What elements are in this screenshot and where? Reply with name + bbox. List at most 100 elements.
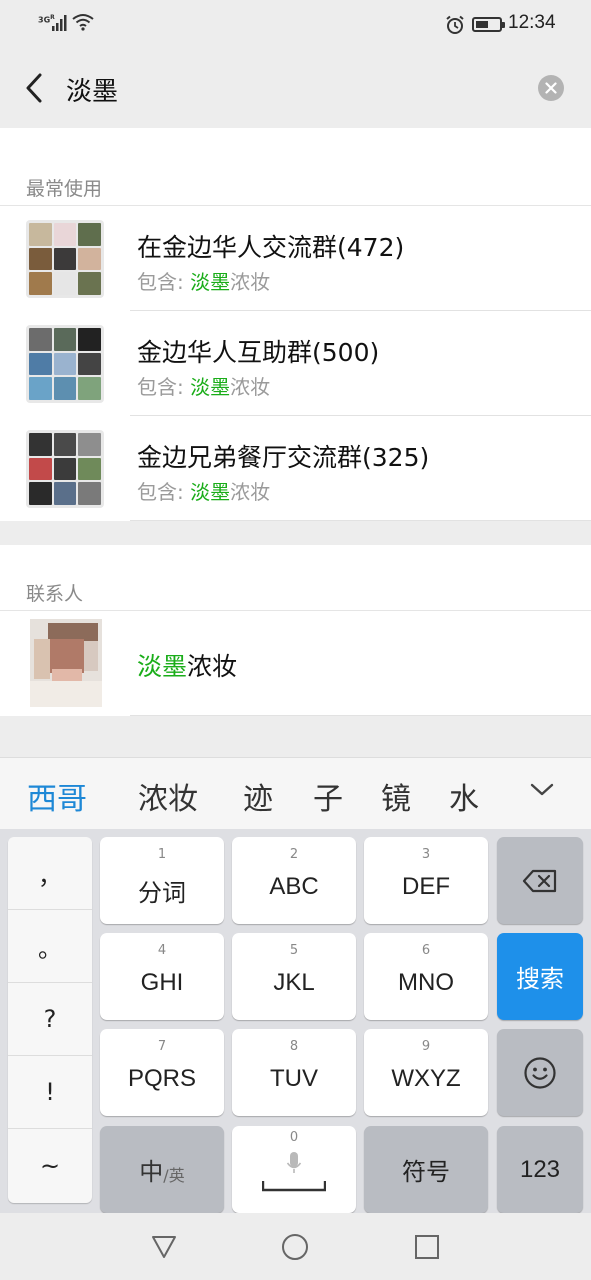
candidate-word[interactable]: 迹 — [243, 774, 273, 818]
frequent-section: 最常使用 在金边华人交流群(472) 包含: 淡墨浓妆 金边华人互助群(500)… — [0, 128, 591, 521]
key-7[interactable]: 7 PQRS — [100, 1029, 224, 1116]
numbers-key[interactable]: 123 — [497, 1126, 583, 1213]
group-match-info: 包含: 淡墨浓妆 — [137, 480, 271, 504]
backspace-key[interactable] — [497, 837, 583, 924]
recents-square-icon — [415, 1235, 439, 1259]
battery-icon — [472, 17, 505, 32]
avatar-tile — [78, 457, 101, 481]
avatar-tile — [29, 433, 52, 456]
section-title-frequent: 最常使用 — [0, 128, 591, 206]
group-row[interactable]: 金边兄弟餐厅交流群(325) 包含: 淡墨浓妆 — [0, 416, 591, 521]
avatar-tile — [53, 433, 77, 456]
candidate-word[interactable]: 子 — [313, 774, 343, 818]
candidate-word[interactable]: 浓妆 — [138, 774, 198, 818]
key-number: 3 — [421, 847, 431, 862]
contact-row[interactable]: 淡墨浓妆 — [0, 611, 591, 716]
home-circle-icon — [282, 1234, 308, 1260]
avatar-tile — [78, 482, 101, 505]
group-match-info: 包含: 淡墨浓妆 — [137, 375, 271, 399]
group-name: 金边兄弟餐厅交流群(325) — [137, 443, 430, 472]
back-arrow-icon — [26, 73, 42, 103]
back-button[interactable] — [14, 68, 54, 108]
chevron-down-icon[interactable] — [528, 782, 556, 798]
ime-keyboard: ， 。 ? ! ~ 1 分词 2 ABC 3 DEF 4 GHI 5 JKL 6… — [0, 829, 591, 1213]
avatar-tile — [29, 482, 52, 505]
emoji-key[interactable] — [497, 1029, 583, 1116]
avatar-tile — [29, 223, 52, 246]
lang-main-label: 中 — [139, 1158, 164, 1186]
key-label: DEF — [402, 873, 450, 900]
symbols-key[interactable]: 符号 — [364, 1126, 488, 1213]
avatar-tile — [78, 272, 101, 295]
clear-icon — [545, 82, 557, 94]
key-1[interactable]: 1 分词 — [100, 837, 224, 924]
symbol-key[interactable]: 。 — [8, 910, 92, 983]
search-key[interactable]: 搜索 — [497, 933, 583, 1020]
clear-button[interactable] — [538, 75, 564, 101]
row-divider — [130, 715, 591, 716]
symbol-column: ， 。 ? ! ~ — [8, 837, 92, 1203]
status-time: 12:34 — [508, 12, 556, 33]
contact-name: 淡墨浓妆 — [137, 652, 238, 681]
search-header — [0, 50, 591, 128]
search-key-label: 搜索 — [516, 965, 564, 993]
backspace-icon — [522, 869, 557, 892]
wifi-icon — [72, 14, 94, 31]
contacts-section: 联系人 淡墨浓妆 — [0, 545, 591, 716]
symbol-key[interactable]: ， — [8, 837, 92, 910]
group-name: 金边华人互助群(500) — [137, 338, 380, 367]
key-number: 6 — [421, 943, 431, 958]
avatar-tile — [53, 272, 77, 295]
candidate-word[interactable]: 西哥 — [27, 774, 87, 818]
key-number: 8 — [289, 1039, 299, 1054]
back-triangle-icon — [152, 1236, 176, 1258]
search-input[interactable] — [66, 70, 516, 108]
avatar-tile — [53, 352, 77, 376]
key-2[interactable]: 2 ABC — [232, 837, 356, 924]
candidate-word[interactable]: 水 — [449, 774, 479, 818]
language-switch-key[interactable]: 中/英 — [100, 1126, 224, 1213]
avatar-tile — [29, 377, 52, 400]
candidate-word[interactable]: 镜 — [381, 774, 411, 818]
group-match-info: 包含: 淡墨浓妆 — [137, 270, 271, 294]
key-label: ABC — [269, 873, 319, 900]
nav-back-button[interactable] — [148, 1231, 180, 1263]
nav-recents-button[interactable] — [411, 1231, 443, 1263]
avatar-tile — [78, 377, 101, 400]
section-title-contacts: 联系人 — [0, 545, 591, 611]
key-label: JKL — [273, 969, 315, 996]
avatar-tile — [29, 328, 52, 351]
symbols-key-label: 符号 — [402, 1158, 450, 1186]
alarm-icon — [446, 15, 464, 34]
key-4[interactable]: 4 GHI — [100, 933, 224, 1020]
group-row[interactable]: 金边华人互助群(500) 包含: 淡墨浓妆 — [0, 311, 591, 416]
key-number: 7 — [157, 1039, 167, 1054]
symbol-key[interactable]: ? — [8, 983, 92, 1056]
key-label: WXYZ — [391, 1065, 461, 1092]
key-6[interactable]: 6 MNO — [364, 933, 488, 1020]
avatar-tile — [78, 247, 101, 271]
key-8[interactable]: 8 TUV — [232, 1029, 356, 1116]
group-avatar — [26, 220, 104, 298]
avatar — [30, 619, 102, 707]
microphone-icon — [286, 1152, 302, 1173]
space-key[interactable]: 0 — [232, 1126, 356, 1213]
symbol-key[interactable]: ~ — [8, 1129, 92, 1202]
system-nav-bar — [0, 1213, 591, 1280]
key-9[interactable]: 9 WXYZ — [364, 1029, 488, 1116]
signal-icon — [52, 15, 67, 31]
key-label: MNO — [398, 969, 454, 996]
smiley-icon — [524, 1056, 556, 1089]
status-bar: 3GR 12:34 — [0, 0, 591, 50]
symbol-key[interactable]: ! — [8, 1056, 92, 1129]
avatar-tile — [53, 377, 77, 400]
key-3[interactable]: 3 DEF — [364, 837, 488, 924]
nav-home-button[interactable] — [279, 1231, 311, 1263]
row-divider — [130, 520, 591, 521]
group-row[interactable]: 在金边华人交流群(472) 包含: 淡墨浓妆 — [0, 206, 591, 311]
avatar-tile — [78, 433, 101, 456]
key-5[interactable]: 5 JKL — [232, 933, 356, 1020]
key-number: 0 — [289, 1130, 299, 1145]
ime-candidate-bar: 西哥 浓妆 迹 子 镜 水 — [0, 757, 591, 829]
key-number: 9 — [421, 1039, 431, 1054]
